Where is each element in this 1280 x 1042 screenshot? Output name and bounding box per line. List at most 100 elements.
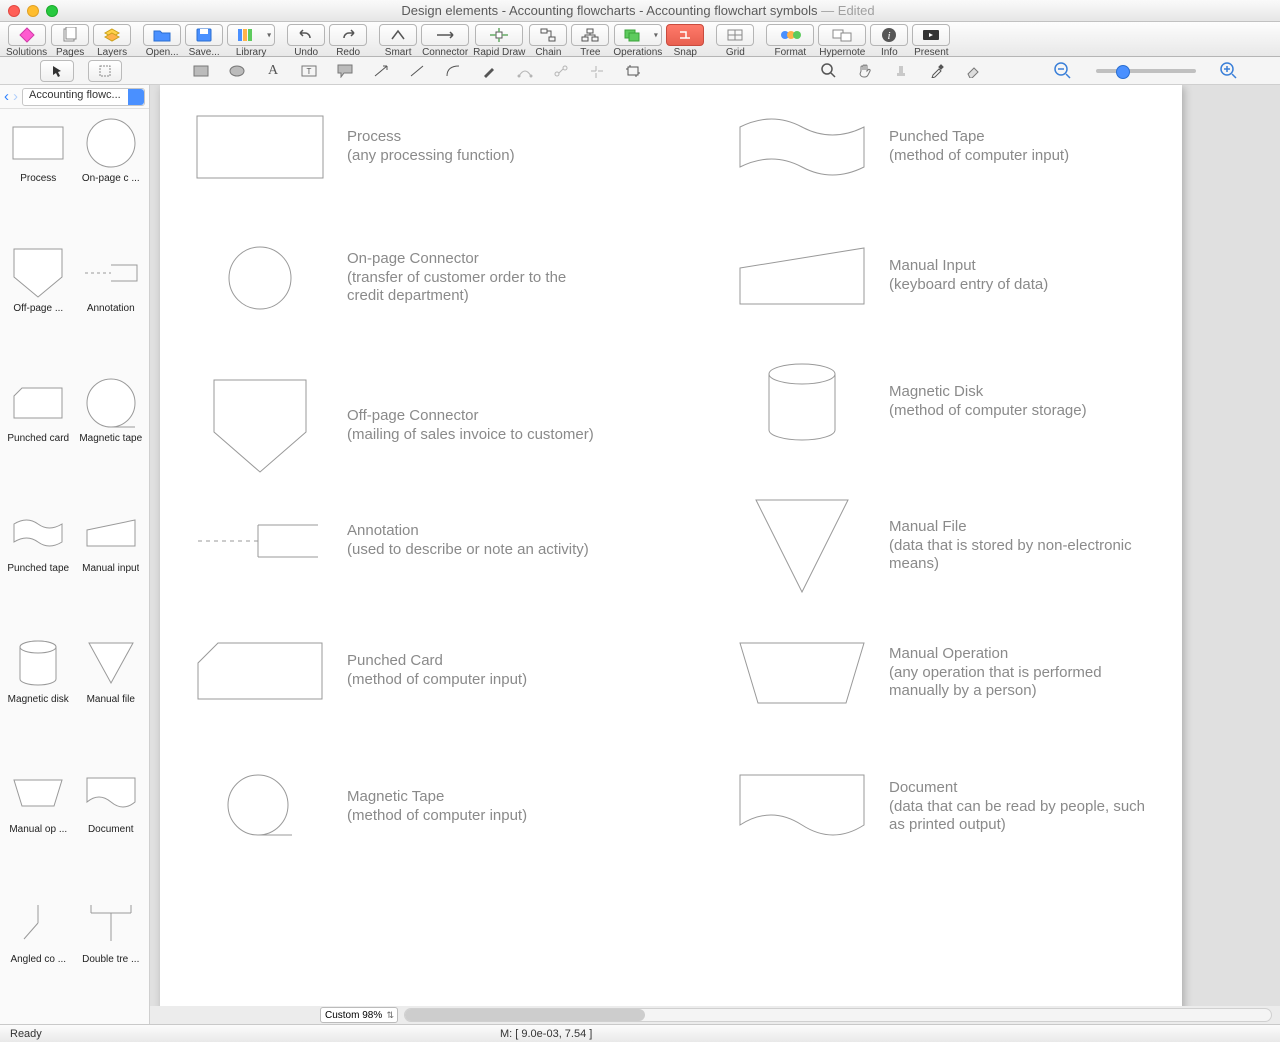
symbol-process[interactable]: Process (any processing function) [172,115,515,179]
arc-tool[interactable] [442,60,464,82]
chain-button[interactable] [529,24,567,46]
status-ready: Ready [10,1028,500,1040]
lib-item-manual-op[interactable]: Manual op ... [2,766,75,888]
nav-back-icon[interactable]: ‹ [4,88,9,105]
desc-title: Punched Card [347,652,527,671]
lib-item-manual-input[interactable]: Manual input [75,505,148,627]
symbol-manual-file[interactable]: Manual File (data that is stored by non-… [714,498,1149,594]
stamp-tool[interactable] [890,60,912,82]
disconnect-tool[interactable] [586,60,608,82]
symbol-magnetic-disk[interactable]: Magnetic Disk (method of computer storag… [714,362,1087,442]
hypernote-button[interactable] [818,24,866,46]
textbox-tool[interactable]: T [298,60,320,82]
open-button[interactable] [143,24,181,46]
operations-button[interactable] [614,24,662,46]
lib-item-magnetic-disk[interactable]: Magnetic disk [2,636,75,758]
layers-button[interactable] [93,24,131,46]
desc-sub: (mailing of sales invoice to customer) [347,426,594,445]
pen-tool[interactable] [478,60,500,82]
titlebar: Design elements - Accounting flowcharts … [0,0,1280,22]
lib-item-annotation[interactable]: Annotation [75,245,148,367]
lib-item-magnetic-tape[interactable]: Magnetic tape [75,375,148,497]
connector-button[interactable] [421,24,469,46]
format-button[interactable] [766,24,814,46]
desc-title: Process [347,128,515,147]
pointer-tool[interactable] [40,60,74,82]
symbol-offpage[interactable]: Off-page Connector (mailing of sales inv… [172,378,594,474]
library-button[interactable] [227,24,275,46]
hand-tool[interactable] [854,60,876,82]
edit-points-tool[interactable] [514,60,536,82]
tree-button[interactable] [571,24,609,46]
zoom-slider[interactable] [1096,69,1196,73]
desc-sub: (used to describe or note an activity) [347,541,589,560]
zoom-select[interactable]: Custom 98% [320,1007,398,1023]
symbol-punched-card[interactable]: Punched Card (method of computer input) [172,641,527,701]
info-button[interactable]: i [870,24,908,46]
eyedropper-tool[interactable] [926,60,948,82]
lib-item-onpage[interactable]: On-page c ... [75,115,148,237]
zoom-out-icon[interactable] [1052,60,1074,82]
page[interactable]: Process (any processing function) On-pag… [160,85,1182,1024]
horizontal-scrollbar[interactable] [404,1008,1272,1022]
symbol-magnetic-tape[interactable]: Magnetic Tape (method of computer input) [172,773,527,841]
symbol-manual-op[interactable]: Manual Operation (any operation that is … [714,641,1149,705]
pages-button[interactable] [51,24,89,46]
smart-button[interactable] [379,24,417,46]
crop-tool[interactable] [622,60,644,82]
desc-title: Manual Operation [889,645,1149,664]
library-grid: Process On-page c ... Off-page ... Annot… [0,109,149,1024]
zoom-tool[interactable] [818,60,840,82]
segment-tool[interactable] [406,60,428,82]
lib-item-offpage[interactable]: Off-page ... [2,245,75,367]
lib-label: Magnetic tape [79,433,142,444]
rapid-draw-button[interactable] [475,24,523,46]
desc-title: Annotation [347,522,589,541]
symbol-manual-input[interactable]: Manual Input (keyboard entry of data) [714,246,1048,306]
callout-tool[interactable] [334,60,356,82]
lib-label: Manual op ... [9,824,67,835]
text-select-tool[interactable] [88,60,122,82]
lib-label: Off-page ... [13,303,63,314]
symbol-document[interactable]: Document (data that can be read by peopl… [714,773,1149,841]
symbol-annotation[interactable]: Annotation (used to describe or note an … [172,521,589,561]
library-select[interactable]: Accounting flowc... [22,88,145,106]
desc-title: Manual Input [889,257,1048,276]
lib-item-process[interactable]: Process [2,115,75,237]
desc-title: Document [889,779,1149,798]
redo-button[interactable] [329,24,367,46]
lib-label: Process [20,173,56,184]
library-header: ‹ › Accounting flowc... [0,85,149,109]
lib-item-punched-tape[interactable]: Punched tape [2,505,75,627]
snap-button[interactable] [666,24,704,46]
grid-button[interactable] [716,24,754,46]
ellipse-tool[interactable] [226,60,248,82]
symbol-punched-tape[interactable]: Punched Tape (method of computer input) [714,115,1069,179]
solutions-button[interactable] [8,24,46,46]
line-tool[interactable] [370,60,392,82]
lib-item-manual-file[interactable]: Manual file [75,636,148,758]
zoom-in-icon[interactable] [1218,60,1240,82]
nav-fwd-icon[interactable]: › [13,88,18,105]
lib-item-angled[interactable]: Angled co ... [2,896,75,1018]
present-button[interactable] [912,24,950,46]
connect-points-tool[interactable] [550,60,572,82]
text-tool[interactable]: A [262,60,284,82]
svg-text:T: T [307,67,312,76]
lib-item-punched-card[interactable]: Punched card [2,375,75,497]
lib-label: On-page c ... [82,173,140,184]
eraser-tool[interactable] [962,60,984,82]
status-bar: Ready M: [ 9.0e-03, 7.54 ] [0,1024,1280,1042]
rect-tool[interactable] [190,60,212,82]
undo-button[interactable] [287,24,325,46]
lib-item-double-tree[interactable]: Double tre ... [75,896,148,1018]
lib-label: Double tre ... [82,954,139,965]
desc-sub: (data that can be read by people, such a… [889,798,1149,836]
canvas[interactable]: Process (any processing function) On-pag… [150,85,1280,1024]
desc-sub: (any operation that is performed manuall… [889,664,1149,702]
lib-item-document[interactable]: Document [75,766,148,888]
main-toolbar: Solutions Pages Layers Open... Save... L… [0,22,1280,57]
symbol-onpage[interactable]: On-page Connector (transfer of customer … [172,246,607,310]
save-button[interactable] [185,24,223,46]
title-text: Design elements - Accounting flowcharts … [401,3,817,18]
